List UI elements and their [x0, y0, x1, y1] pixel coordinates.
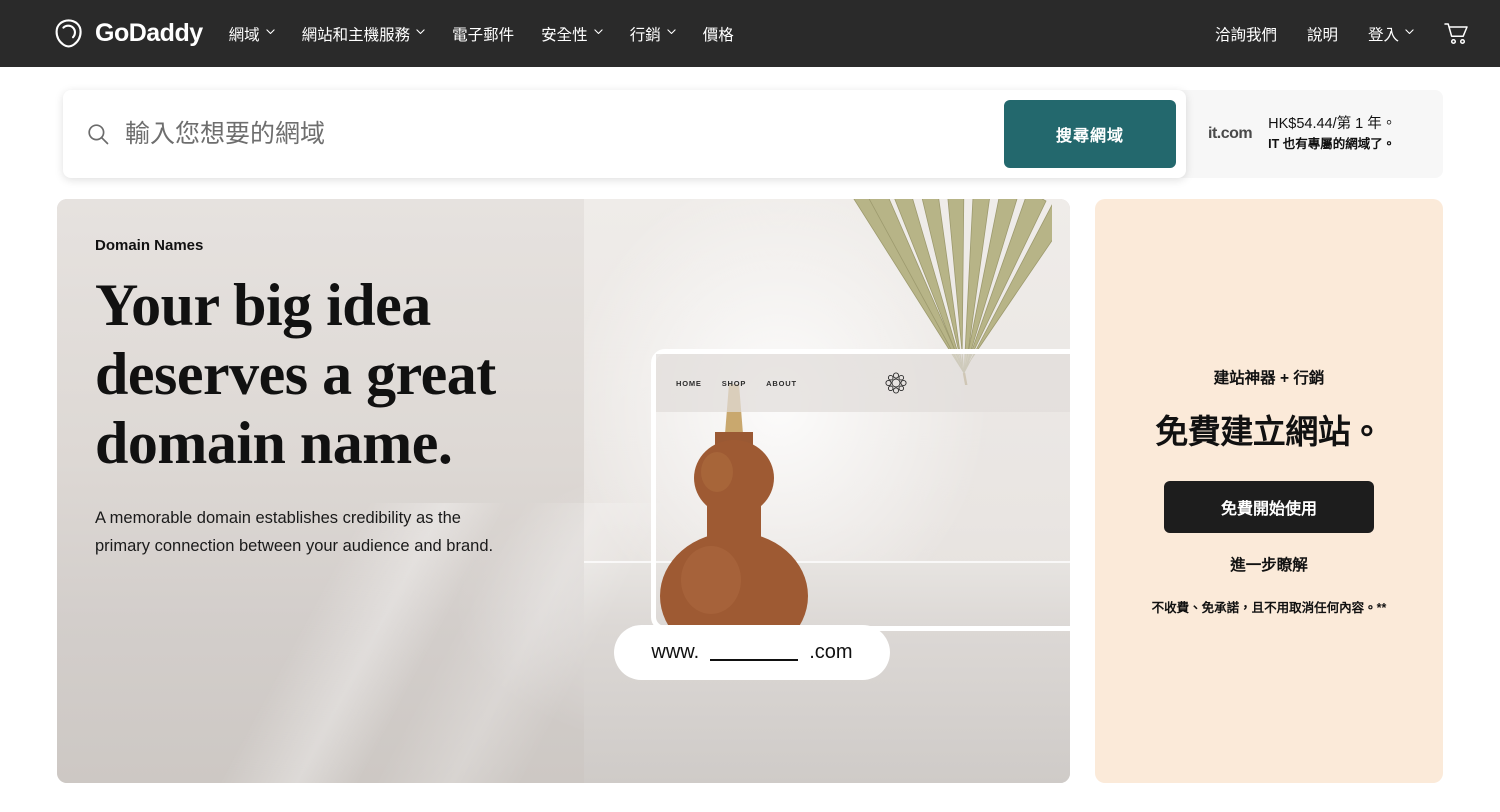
itcom-logo: it.com [1208, 125, 1253, 142]
nav-item-email[interactable]: 電子郵件 [452, 23, 514, 45]
url-prefix: www. [651, 641, 700, 663]
hero-headline: Your big idea deserves a great domain na… [95, 272, 496, 476]
nav-item-domains[interactable]: 網域 [229, 23, 275, 45]
nav-label: 價格 [702, 26, 734, 44]
nav-item-websites-hosting[interactable]: 網站和主機服務 [302, 23, 426, 45]
promo-card-title: 免費建立網站。 [1155, 413, 1383, 450]
godaddy-logo[interactable]: GoDaddy [52, 18, 203, 49]
hero-text-block: Domain Names Your big idea deserves a gr… [95, 237, 565, 561]
itcom-tagline: IT 也有專屬的網域了。 [1268, 137, 1396, 152]
nav-item-contact-us[interactable]: 洽詢我們 [1215, 23, 1277, 45]
nav-label: 行銷 [629, 26, 661, 44]
nav-label: 說明 [1306, 26, 1338, 44]
nav-item-marketing[interactable]: 行銷 [630, 23, 676, 45]
domain-url-pill: www. .com [614, 625, 890, 680]
learn-more-link[interactable]: 進一步瞭解 [1230, 553, 1308, 575]
nav-label: 安全性 [541, 26, 588, 44]
godaddy-wordmark: GoDaddy [95, 19, 203, 47]
nav-label: 網域 [228, 26, 260, 44]
palm-leaf-decor-icon [812, 199, 1052, 385]
itcom-price-line: HK$54.44/第 1 年。 [1268, 116, 1397, 133]
top-navigation-bar: GoDaddy 網域 網站和主機服務 電子郵件 安全性 行銷 價格 洽詢我們 說… [0, 0, 1500, 67]
chevron-down-icon [667, 29, 676, 38]
godaddy-heart-logo-icon [52, 18, 86, 49]
shopping-cart-icon[interactable] [1444, 22, 1470, 46]
url-blank-placeholder [710, 658, 799, 661]
chevron-down-icon [1405, 29, 1414, 38]
search-icon [87, 123, 109, 145]
secondary-nav-items: 洽詢我們 說明 登入 [1215, 22, 1470, 46]
hero-banner: HOME SHOP ABOUT www. .com Domain Names Y… [57, 199, 1070, 783]
itcom-promo-text: HK$54.44/第 1 年。 IT 也有專屬的網域了。 [1268, 114, 1396, 153]
itcom-promo-banner[interactable]: it.com HK$54.44/第 1 年。 IT 也有專屬的網域了。 [1178, 90, 1443, 178]
start-free-button[interactable]: 免費開始使用 [1164, 481, 1374, 533]
nav-item-security[interactable]: 安全性 [541, 23, 603, 45]
website-builder-promo-card: 建站神器 + 行銷 免費建立網站。 免費開始使用 進一步瞭解 不收費、免承諾，且… [1095, 199, 1443, 783]
url-suffix: .com [809, 641, 853, 663]
nav-label: 洽詢我們 [1214, 26, 1277, 44]
main-nav-items: 網域 網站和主機服務 電子郵件 安全性 行銷 價格 [229, 23, 734, 45]
chevron-down-icon [266, 29, 275, 38]
promo-card-eyebrow: 建站神器 + 行銷 [1213, 370, 1325, 387]
nav-item-help[interactable]: 說明 [1307, 23, 1338, 45]
promo-card-disclaimer: 不收費、免承諾，且不用取消任何內容。** [1151, 601, 1387, 615]
hero-eyebrow: Domain Names [95, 237, 204, 254]
chevron-down-icon [594, 29, 603, 38]
chevron-down-icon [416, 29, 425, 38]
domain-search-strip: 搜尋網域 it.com HK$54.44/第 1 年。 IT 也有專屬的網域了。 [63, 90, 1443, 178]
nav-label: 登入 [1367, 26, 1399, 44]
search-domain-button[interactable]: 搜尋網域 [1004, 100, 1176, 168]
nav-item-pricing[interactable]: 價格 [703, 23, 734, 45]
hero-subcopy: A memorable domain establishes credibili… [95, 509, 494, 556]
nav-label: 網站和主機服務 [301, 26, 411, 44]
nav-item-sign-in[interactable]: 登入 [1368, 23, 1414, 45]
main-content-row: HOME SHOP ABOUT www. .com Domain Names Y… [57, 199, 1443, 783]
domain-search-box: 搜尋網域 [63, 90, 1186, 178]
nav-label: 電子郵件 [452, 26, 515, 44]
search-input[interactable] [125, 119, 1004, 149]
